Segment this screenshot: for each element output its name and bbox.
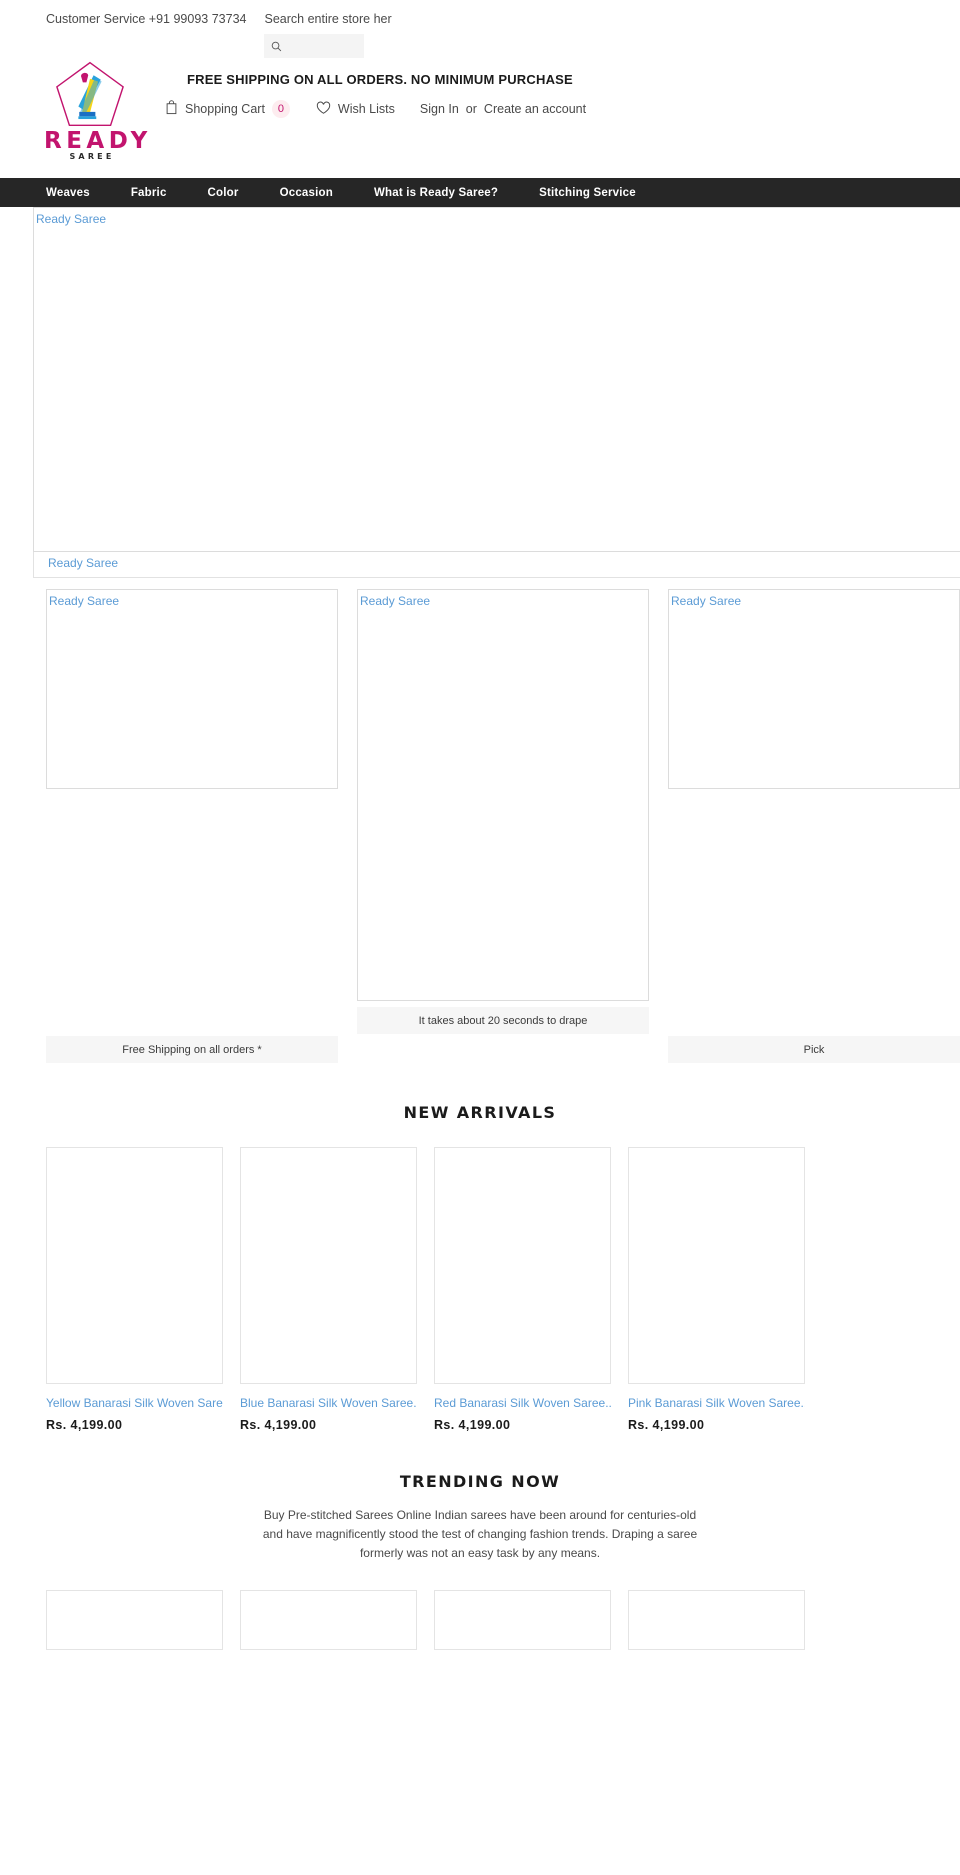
create-account-link[interactable]: Create an account	[484, 102, 586, 116]
site-header: Customer Service +91 99093 73734 Search …	[0, 0, 960, 207]
product-card	[628, 1590, 805, 1650]
product-card	[240, 1590, 417, 1650]
brand-row: READY SAREE FREE SHIPPING ON ALL ORDERS.…	[0, 54, 960, 161]
auth-separator: or	[465, 102, 477, 116]
new-arrivals-title: NEW ARRIVALS	[403, 1103, 557, 1122]
product-title[interactable]: Yellow Banarasi Silk Woven Saree...	[46, 1396, 223, 1411]
cart-label: Shopping Cart	[185, 102, 265, 116]
product-image[interactable]	[628, 1147, 805, 1384]
feature-card: Ready Saree It takes about 20 seconds to…	[357, 589, 649, 1063]
product-image[interactable]	[46, 1147, 223, 1384]
product-card: Pink Banarasi Silk Woven Saree... Rs. 4,…	[628, 1147, 805, 1432]
promo-banner-text: FREE SHIPPING ON ALL ORDERS. NO MINIMUM …	[187, 72, 573, 87]
sign-in-link[interactable]: Sign In	[420, 102, 459, 116]
nav-item-occasion[interactable]: Occasion	[280, 187, 333, 199]
feature-caption: Free Shipping on all orders *	[46, 1036, 338, 1063]
hero-banner-image[interactable]: Ready Saree	[33, 207, 960, 552]
cart-count-badge: 0	[271, 100, 290, 118]
trending-now-description: Buy Pre-stitched Sarees Online Indian sa…	[262, 1508, 698, 1560]
product-image[interactable]	[240, 1147, 417, 1384]
wish-lists-link[interactable]: Wish Lists	[316, 101, 395, 118]
cart-icon	[165, 100, 178, 118]
product-image[interactable]	[46, 1590, 223, 1650]
main-navigation: Weaves Fabric Color Occasion What is Rea…	[0, 178, 960, 207]
product-title[interactable]: Blue Banarasi Silk Woven Saree...	[240, 1396, 417, 1411]
shopping-cart-link[interactable]: Shopping Cart 0	[165, 100, 290, 118]
site-logo[interactable]: READY SAREE	[40, 54, 152, 161]
feature-card: Ready Saree Free Shipping on all orders …	[46, 589, 338, 1063]
product-price: Rs. 4,199.00	[434, 1418, 511, 1432]
product-card: Yellow Banarasi Silk Woven Saree... Rs. …	[46, 1147, 223, 1432]
product-price: Rs. 4,199.00	[628, 1418, 705, 1432]
header-topbar: Customer Service +91 99093 73734 Search …	[0, 0, 960, 58]
product-title[interactable]: Red Banarasi Silk Woven Saree...	[434, 1396, 611, 1411]
wishlist-label: Wish Lists	[337, 102, 395, 116]
feature-image[interactable]: Ready Saree	[46, 589, 338, 789]
heart-icon	[316, 101, 331, 118]
feature-image[interactable]: Ready Saree	[357, 589, 649, 1001]
product-price: Rs. 4,199.00	[46, 1418, 123, 1432]
feature-caption: Pick	[668, 1036, 960, 1063]
customer-service-text: Customer Service +91 99093 73734	[46, 12, 247, 26]
nav-item-weaves[interactable]: Weaves	[46, 187, 90, 199]
product-card: Red Banarasi Silk Woven Saree... Rs. 4,1…	[434, 1147, 611, 1432]
header-right: FREE SHIPPING ON ALL ORDERS. NO MINIMUM …	[140, 54, 960, 118]
header-utility-row: Shopping Cart 0 Wish Lists Sign In or Cr…	[162, 100, 960, 118]
nav-item-what-is-ready-saree[interactable]: What is Ready Saree?	[374, 187, 498, 199]
product-card: Blue Banarasi Silk Woven Saree... Rs. 4,…	[240, 1147, 417, 1432]
product-card	[46, 1590, 223, 1650]
search-block: Search entire store her	[264, 10, 392, 58]
feature-caption: It takes about 20 seconds to drape	[357, 1007, 649, 1034]
product-title[interactable]: Pink Banarasi Silk Woven Saree...	[628, 1396, 805, 1411]
trending-now-title: TRENDING NOW	[399, 1472, 561, 1491]
product-image[interactable]	[434, 1147, 611, 1384]
new-arrivals-grid: Yellow Banarasi Silk Woven Saree... Rs. …	[0, 1147, 960, 1432]
search-icon	[271, 41, 282, 52]
feature-cards: Ready Saree Free Shipping on all orders …	[0, 589, 960, 1063]
search-label: Search entire store her	[264, 12, 392, 26]
product-image[interactable]	[434, 1590, 611, 1650]
nav-item-fabric[interactable]: Fabric	[131, 187, 167, 199]
auth-links: Sign In or Create an account	[420, 102, 586, 116]
product-image[interactable]	[628, 1590, 805, 1650]
hero-secondary-image[interactable]: Ready Saree	[33, 552, 960, 578]
feature-image[interactable]: Ready Saree	[668, 589, 960, 789]
nav-item-color[interactable]: Color	[208, 187, 239, 199]
product-card	[434, 1590, 611, 1650]
product-image[interactable]	[240, 1590, 417, 1650]
feature-card: Ready Saree Pick	[668, 589, 960, 1063]
product-price: Rs. 4,199.00	[240, 1418, 317, 1432]
trending-now-grid	[0, 1590, 960, 1650]
ready-saree-logo-icon	[56, 61, 124, 127]
nav-item-stitching-service[interactable]: Stitching Service	[539, 187, 636, 199]
logo-wordmark: READY	[44, 128, 152, 154]
